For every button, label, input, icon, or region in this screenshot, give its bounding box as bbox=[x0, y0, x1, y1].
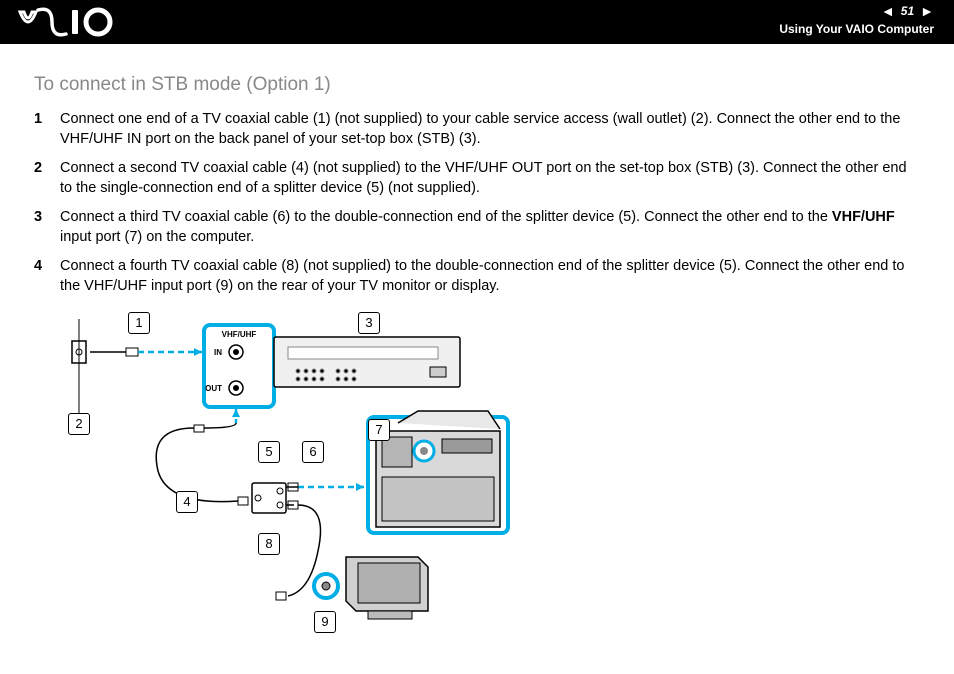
step-1: Connect one end of a TV coaxial cable (1… bbox=[34, 110, 914, 149]
step-2: Connect a second TV coaxial cable (4) (n… bbox=[34, 159, 914, 198]
step-text: Connect a fourth TV coaxial cable (8) (n… bbox=[60, 258, 904, 294]
callout-6: 6 bbox=[302, 441, 324, 463]
callout-8: 8 bbox=[258, 533, 280, 555]
vhfuhf-label: VHF/UHF bbox=[222, 330, 257, 339]
prev-page-arrow[interactable]: ◄ bbox=[881, 3, 895, 19]
step-text: Connect one end of a TV coaxial cable (1… bbox=[60, 111, 900, 147]
section-label: Using Your VAIO Computer bbox=[779, 22, 934, 36]
callout-3: 3 bbox=[358, 312, 380, 334]
callout-5: 5 bbox=[258, 441, 280, 463]
page-content: To connect in STB mode (Option 1) Connec… bbox=[0, 44, 954, 641]
section-title: To connect in STB mode (Option 1) bbox=[34, 74, 914, 96]
vaio-logo bbox=[18, 4, 128, 47]
step-bold: VHF/UHF bbox=[832, 209, 895, 225]
callout-2: 2 bbox=[68, 413, 90, 435]
step-text: Connect a second TV coaxial cable (4) (n… bbox=[60, 160, 907, 196]
callout-7: 7 bbox=[368, 419, 390, 441]
svg-text:OUT: OUT bbox=[205, 384, 222, 393]
callout-4: 4 bbox=[176, 491, 198, 513]
step-text: input port (7) on the computer. bbox=[60, 229, 254, 245]
step-3: Connect a third TV coaxial cable (6) to … bbox=[34, 208, 914, 247]
callout-1: 1 bbox=[128, 312, 150, 334]
step-list: Connect one end of a TV coaxial cable (1… bbox=[34, 110, 914, 297]
page-nav: ◄ 51 ► bbox=[881, 3, 934, 19]
next-page-arrow[interactable]: ► bbox=[920, 3, 934, 19]
tv-monitor bbox=[346, 557, 428, 619]
connection-diagram: VHF/UHF IN OUT bbox=[68, 311, 588, 641]
page-header: ◄ 51 ► Using Your VAIO Computer bbox=[0, 0, 954, 44]
step-text: Connect a third TV coaxial cable (6) to … bbox=[60, 209, 832, 225]
callout-9: 9 bbox=[314, 611, 336, 633]
svg-text:IN: IN bbox=[214, 348, 222, 357]
page-number: 51 bbox=[901, 4, 914, 18]
step-4: Connect a fourth TV coaxial cable (8) (n… bbox=[34, 257, 914, 296]
